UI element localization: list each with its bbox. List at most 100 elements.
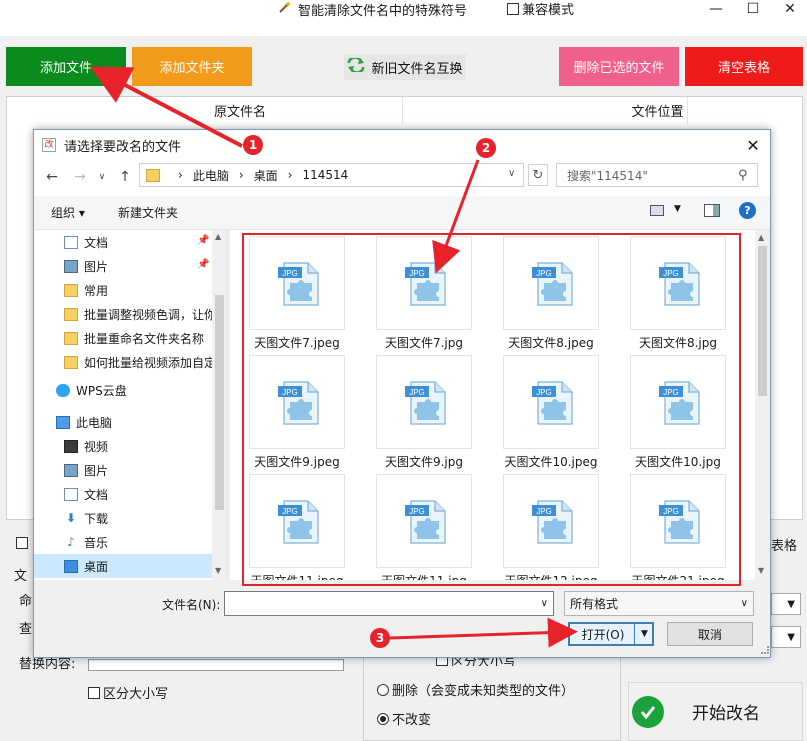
nav-item-folder-rename[interactable]: 批量重命名文件夹名称 xyxy=(64,326,204,350)
file-name-label: 天图文件10.jpeg xyxy=(504,455,598,469)
nav-item-pictures-pinned[interactable]: 图片 xyxy=(64,254,108,278)
filename-input[interactable]: ∨ xyxy=(224,591,554,616)
compat-checkbox-box[interactable] xyxy=(507,2,519,15)
jpg-file-icon: JPG xyxy=(278,262,319,306)
video-icon xyxy=(64,439,78,453)
annotation-badge-2: 2 xyxy=(476,138,496,158)
jpg-badge-text: JPG xyxy=(409,507,425,516)
magic-wand-icon xyxy=(278,0,292,18)
scroll-up-icon[interactable]: ▲ xyxy=(215,232,221,241)
pin-icon: 📌 xyxy=(197,235,210,246)
case-sensitive-option[interactable]: 区分大小写 xyxy=(88,683,168,702)
file-tile[interactable]: JPG xyxy=(249,355,345,449)
nav-item-folder-video-tone[interactable]: 批量调整视频色调，让你 xyxy=(64,302,216,326)
nav-item-label: 批量重命名文件夹名称 xyxy=(84,331,205,346)
file-tile[interactable]: JPG xyxy=(376,474,472,568)
file-tile[interactable]: JPG xyxy=(630,474,726,568)
delete-selected-button[interactable]: 删除已选的文件 xyxy=(559,47,679,86)
nav-item-downloads[interactable]: ⬇ 下载 xyxy=(64,506,108,530)
maximize-button[interactable]: ☐ xyxy=(733,0,773,18)
file-scrollbar[interactable]: ▲ ▼ xyxy=(755,230,770,580)
cancel-button[interactable]: 取消 xyxy=(667,622,753,646)
replace-input[interactable] xyxy=(88,659,344,671)
close-button[interactable]: ✕ xyxy=(770,0,807,18)
view-mode-dropdown[interactable]: ▼ xyxy=(674,204,681,214)
breadcrumb-this-pc[interactable]: 此电脑 xyxy=(193,167,229,184)
compat-mode-checkbox[interactable]: 兼容模式 xyxy=(507,0,574,18)
refresh-button[interactable]: ↻ xyxy=(528,164,548,186)
radio-keep-option[interactable]: 不改变 xyxy=(377,709,431,728)
nav-scrollbar[interactable]: ▲ ▼ xyxy=(212,230,227,580)
open-dropdown[interactable]: ▼ xyxy=(634,622,654,646)
recent-dropdown[interactable]: ∨ xyxy=(92,167,112,187)
nav-scroll-thumb[interactable] xyxy=(215,295,224,510)
jpg-file-icon: JPG xyxy=(278,500,319,544)
file-tile[interactable]: JPG xyxy=(376,236,472,330)
breadcrumb-desktop[interactable]: 桌面 xyxy=(254,167,278,184)
search-input[interactable]: 搜索"114514" xyxy=(556,163,758,187)
file-tile[interactable]: JPG xyxy=(630,236,726,330)
minimize-icon: — xyxy=(709,1,723,17)
nav-item-desktop[interactable]: 桌面 xyxy=(34,554,212,578)
file-tile[interactable]: JPG xyxy=(630,355,726,449)
column-header-original-name[interactable]: 原文件名 xyxy=(78,97,403,124)
chevron-down-icon: ▼ xyxy=(787,631,795,643)
breadcrumb-folder[interactable]: 114514 xyxy=(302,168,348,182)
help-icon[interactable]: ? xyxy=(739,202,756,219)
start-rename-button[interactable]: 开始改名 xyxy=(628,682,803,741)
scroll-up-icon[interactable]: ▲ xyxy=(758,233,764,242)
scroll-down-icon[interactable]: ▼ xyxy=(758,566,764,575)
chevron-down-icon: ▼ xyxy=(787,598,795,610)
back-button[interactable]: ← xyxy=(42,167,62,187)
radio-keep[interactable] xyxy=(377,712,389,725)
file-tile[interactable]: JPG xyxy=(503,355,599,449)
file-tile[interactable]: JPG xyxy=(376,355,472,449)
file-tile[interactable]: JPG xyxy=(249,474,345,568)
nav-item-folder-add-video[interactable]: 如何批量给视频添加自定 xyxy=(64,350,216,374)
address-dropdown[interactable]: ∨ xyxy=(508,168,515,179)
jpg-file-icon: JPG xyxy=(405,500,446,544)
file-tile[interactable]: JPG xyxy=(503,236,599,330)
case-sensitive-checkbox[interactable] xyxy=(88,686,100,699)
case-sensitive-label: 区分大小写 xyxy=(103,687,169,702)
add-file-button[interactable]: 添加文件 xyxy=(6,47,126,86)
main-title: 智能清除文件名中的特殊符号 xyxy=(278,0,468,19)
scroll-down-icon[interactable]: ▼ xyxy=(215,566,221,575)
file-tile[interactable]: JPG xyxy=(249,236,345,330)
organize-menu[interactable]: 组织 ▾ xyxy=(51,204,85,221)
preview-pane-icon[interactable] xyxy=(704,204,720,217)
new-folder-button[interactable]: 新建文件夹 xyxy=(118,204,178,221)
swap-names-button[interactable]: 新旧文件名互换 xyxy=(344,54,466,80)
nav-item-music[interactable]: ♪ 音乐 xyxy=(64,530,108,554)
forward-button[interactable]: → xyxy=(70,167,90,187)
nav-item-videos[interactable]: 视频 xyxy=(64,434,108,458)
nav-item-pictures[interactable]: 图片 xyxy=(64,458,108,482)
dialog-close-button[interactable]: ✕ xyxy=(742,134,764,156)
chevron-down-icon: ∨ xyxy=(740,598,748,609)
column-header-location[interactable]: 文件位置 xyxy=(628,97,688,124)
resize-grip-icon[interactable] xyxy=(761,646,769,654)
file-scroll-thumb[interactable] xyxy=(758,246,767,396)
clear-table-button[interactable]: 清空表格 xyxy=(685,47,803,86)
nav-item-wps-cloud[interactable]: WPS云盘 xyxy=(56,378,127,402)
nav-item-this-pc[interactable]: 此电脑 xyxy=(56,410,112,434)
nav-item-documents-pinned[interactable]: 文档 xyxy=(64,230,108,254)
file-type-select[interactable]: 所有格式 ∨ xyxy=(564,591,754,616)
address-bar[interactable]: › 此电脑 › 桌面 › 114514 xyxy=(139,163,524,187)
view-mode-icon[interactable] xyxy=(650,205,664,216)
file-name-label: 天图文件8.jpeg xyxy=(508,336,594,350)
radio-delete[interactable] xyxy=(377,683,389,696)
nav-item-documents[interactable]: 文档 xyxy=(64,482,108,506)
main-title-text: 智能清除文件名中的特殊符号 xyxy=(298,3,468,19)
add-folder-button[interactable]: 添加文件夹 xyxy=(132,47,252,86)
radio-delete-option[interactable]: 删除（会变成未知类型的文件） xyxy=(377,680,574,699)
minimize-button[interactable]: — xyxy=(696,0,736,18)
panel-checkbox[interactable] xyxy=(16,537,28,549)
file-tile[interactable]: JPG xyxy=(503,474,599,568)
right-combo-2[interactable]: ▼ xyxy=(771,626,801,648)
up-button[interactable]: ↑ xyxy=(115,167,135,187)
dialog-titlebar: 改 请选择要改名的文件 xyxy=(34,130,770,160)
right-combo-1[interactable]: ▼ xyxy=(771,593,801,615)
nav-item-common[interactable]: 常用 xyxy=(64,278,108,302)
search-icon[interactable]: ⚲ xyxy=(738,168,748,183)
